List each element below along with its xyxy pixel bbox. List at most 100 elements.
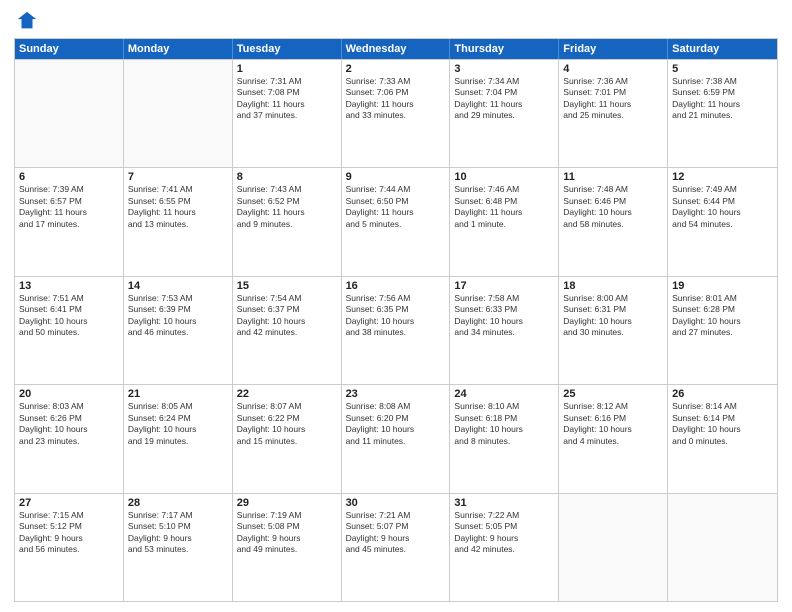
cell-line: Sunrise: 8:03 AM [19,401,119,412]
day-number: 13 [19,280,119,292]
empty-cell [124,60,233,167]
cell-line: Sunrise: 8:01 AM [672,293,773,304]
cell-line: Sunset: 5:05 PM [454,521,554,532]
cell-line: Daylight: 10 hours [128,424,228,435]
cell-line: Daylight: 10 hours [237,316,337,327]
cell-line: Daylight: 10 hours [672,316,773,327]
day-number: 23 [346,388,446,400]
cell-line: Sunrise: 7:54 AM [237,293,337,304]
cell-line: Sunrise: 7:34 AM [454,76,554,87]
calendar-row-1: 6Sunrise: 7:39 AMSunset: 6:57 PMDaylight… [15,167,777,275]
cell-line: Sunset: 7:01 PM [563,87,663,98]
day-number: 12 [672,171,773,183]
cell-line: Daylight: 9 hours [454,533,554,544]
cell-line: Daylight: 9 hours [128,533,228,544]
day-cell-31: 31Sunrise: 7:22 AMSunset: 5:05 PMDayligh… [450,494,559,601]
cell-line: Sunset: 6:35 PM [346,304,446,315]
cell-line: and 38 minutes. [346,327,446,338]
cell-line: Sunrise: 7:22 AM [454,510,554,521]
cell-line: Sunrise: 7:51 AM [19,293,119,304]
day-cell-29: 29Sunrise: 7:19 AMSunset: 5:08 PMDayligh… [233,494,342,601]
cell-line: and 50 minutes. [19,327,119,338]
day-cell-28: 28Sunrise: 7:17 AMSunset: 5:10 PMDayligh… [124,494,233,601]
calendar-body: 1Sunrise: 7:31 AMSunset: 7:08 PMDaylight… [15,59,777,601]
day-cell-23: 23Sunrise: 8:08 AMSunset: 6:20 PMDayligh… [342,385,451,492]
day-cell-26: 26Sunrise: 8:14 AMSunset: 6:14 PMDayligh… [668,385,777,492]
cell-line: and 45 minutes. [346,544,446,555]
cell-line: Sunset: 5:07 PM [346,521,446,532]
cell-line: and 11 minutes. [346,436,446,447]
day-number: 16 [346,280,446,292]
day-number: 6 [19,171,119,183]
cell-line: Daylight: 10 hours [128,316,228,327]
cell-line: Sunrise: 7:19 AM [237,510,337,521]
day-cell-1: 1Sunrise: 7:31 AMSunset: 7:08 PMDaylight… [233,60,342,167]
cell-line: Daylight: 10 hours [454,316,554,327]
day-cell-15: 15Sunrise: 7:54 AMSunset: 6:37 PMDayligh… [233,277,342,384]
cell-line: Sunrise: 7:44 AM [346,184,446,195]
day-number: 9 [346,171,446,183]
day-number: 2 [346,63,446,75]
cell-line: Daylight: 10 hours [19,424,119,435]
cell-line: and 17 minutes. [19,219,119,230]
cell-line: Daylight: 10 hours [346,316,446,327]
day-number: 21 [128,388,228,400]
cell-line: Sunset: 6:44 PM [672,196,773,207]
cell-line: Sunset: 6:14 PM [672,413,773,424]
cell-line: Sunrise: 7:36 AM [563,76,663,87]
logo-icon [16,10,38,32]
cell-line: Sunrise: 8:00 AM [563,293,663,304]
cell-line: Sunrise: 7:46 AM [454,184,554,195]
day-number: 30 [346,497,446,509]
weekday-header-monday: Monday [124,39,233,59]
day-number: 15 [237,280,337,292]
cell-line: Sunset: 6:20 PM [346,413,446,424]
cell-line: and 8 minutes. [454,436,554,447]
cell-line: and 13 minutes. [128,219,228,230]
weekday-header-sunday: Sunday [15,39,124,59]
cell-line: and 46 minutes. [128,327,228,338]
day-cell-30: 30Sunrise: 7:21 AMSunset: 5:07 PMDayligh… [342,494,451,601]
cell-line: Sunset: 7:04 PM [454,87,554,98]
cell-line: Daylight: 11 hours [19,207,119,218]
header [14,10,778,32]
day-cell-5: 5Sunrise: 7:38 AMSunset: 6:59 PMDaylight… [668,60,777,167]
cell-line: Daylight: 11 hours [128,207,228,218]
day-cell-10: 10Sunrise: 7:46 AMSunset: 6:48 PMDayligh… [450,168,559,275]
cell-line: Sunset: 7:06 PM [346,87,446,98]
cell-line: Sunrise: 7:48 AM [563,184,663,195]
day-cell-25: 25Sunrise: 8:12 AMSunset: 6:16 PMDayligh… [559,385,668,492]
cell-line: Daylight: 10 hours [346,424,446,435]
cell-line: Daylight: 9 hours [237,533,337,544]
day-number: 1 [237,63,337,75]
day-cell-20: 20Sunrise: 8:03 AMSunset: 6:26 PMDayligh… [15,385,124,492]
cell-line: and 29 minutes. [454,110,554,121]
cell-line: and 19 minutes. [128,436,228,447]
day-cell-2: 2Sunrise: 7:33 AMSunset: 7:06 PMDaylight… [342,60,451,167]
calendar-row-4: 27Sunrise: 7:15 AMSunset: 5:12 PMDayligh… [15,493,777,601]
weekday-header-wednesday: Wednesday [342,39,451,59]
cell-line: Sunrise: 7:58 AM [454,293,554,304]
day-cell-24: 24Sunrise: 8:10 AMSunset: 6:18 PMDayligh… [450,385,559,492]
cell-line: Sunset: 6:31 PM [563,304,663,315]
cell-line: Daylight: 10 hours [454,424,554,435]
cell-line: Sunrise: 7:31 AM [237,76,337,87]
cell-line: Sunrise: 8:14 AM [672,401,773,412]
day-number: 18 [563,280,663,292]
cell-line: and 49 minutes. [237,544,337,555]
day-number: 8 [237,171,337,183]
cell-line: and 5 minutes. [346,219,446,230]
cell-line: Sunset: 6:57 PM [19,196,119,207]
cell-line: Daylight: 10 hours [19,316,119,327]
cell-line: Sunrise: 8:10 AM [454,401,554,412]
cell-line: Sunrise: 7:56 AM [346,293,446,304]
page: SundayMondayTuesdayWednesdayThursdayFrid… [0,0,792,612]
cell-line: and 23 minutes. [19,436,119,447]
weekday-header-tuesday: Tuesday [233,39,342,59]
cell-line: and 21 minutes. [672,110,773,121]
cell-line: Sunrise: 8:07 AM [237,401,337,412]
day-cell-14: 14Sunrise: 7:53 AMSunset: 6:39 PMDayligh… [124,277,233,384]
cell-line: Daylight: 11 hours [454,207,554,218]
cell-line: Sunset: 6:22 PM [237,413,337,424]
day-number: 4 [563,63,663,75]
